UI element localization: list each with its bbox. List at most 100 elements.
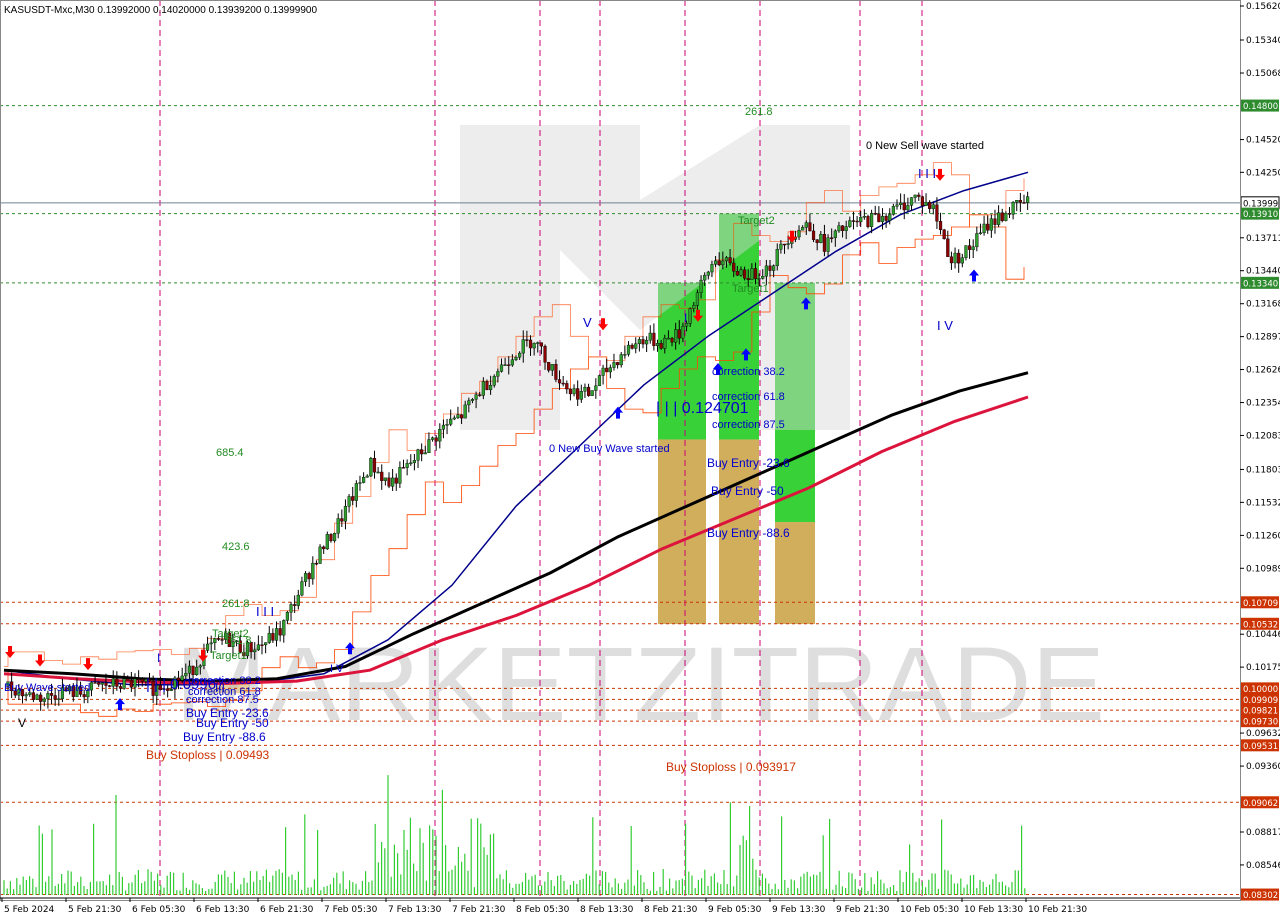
candle-body	[1000, 212, 1004, 221]
candle-body	[42, 698, 46, 702]
candle-body	[456, 414, 460, 419]
candle-body	[706, 271, 710, 276]
y-tick-label: 0.15620	[1246, 2, 1280, 12]
annotation-label: Target2	[738, 215, 775, 227]
candle-body	[405, 463, 409, 468]
candle-body	[746, 278, 750, 281]
x-tick-label: 6 Feb 21:30	[260, 905, 314, 915]
candle-body	[89, 682, 94, 691]
candle-body	[307, 573, 311, 580]
candle-body	[913, 194, 917, 198]
y-tick-label: 0.14250	[1246, 168, 1280, 178]
candle-body	[314, 562, 319, 565]
candle-body	[107, 685, 112, 687]
price-level-label-10: 0.09531	[1243, 742, 1278, 752]
candle-body	[93, 682, 97, 684]
candle-body	[971, 246, 975, 250]
candle-body	[986, 223, 990, 231]
candle-body	[115, 678, 119, 687]
candle-body	[271, 633, 275, 641]
candle-body	[354, 483, 358, 501]
candle-body	[401, 467, 406, 469]
candle-body	[648, 332, 652, 341]
candle-body	[303, 573, 308, 582]
candle-body	[797, 229, 801, 238]
candle-body	[137, 678, 141, 681]
candle-body	[467, 400, 471, 406]
candle-body	[743, 269, 747, 279]
sell-arrow-icon	[83, 658, 93, 671]
candle-body	[536, 342, 540, 344]
candle-body	[492, 376, 496, 386]
y-tick-label: 0.13711	[1246, 234, 1280, 244]
x-tick-label: 8 Feb 13:30	[580, 905, 634, 915]
candle-body	[877, 213, 881, 223]
candle-body	[1004, 213, 1008, 221]
candle-body	[296, 594, 300, 606]
candle-body	[129, 680, 133, 688]
annotation-label: Buy Entry -50	[711, 484, 784, 498]
candle-body	[525, 339, 529, 341]
candle-body	[713, 260, 718, 265]
candle-body	[568, 388, 573, 395]
candle-body	[358, 482, 362, 484]
candle-body	[420, 449, 424, 455]
candle-body	[891, 206, 895, 215]
candle-body	[782, 243, 787, 246]
annotation-label: Buy Entry -23.6	[707, 456, 790, 470]
candle-body	[663, 337, 667, 349]
candle-body	[1015, 200, 1019, 203]
buy-arrow-icon	[613, 406, 623, 419]
candle-body	[612, 362, 616, 368]
annotation-label: 261.8	[745, 106, 773, 118]
candle-body	[485, 381, 489, 391]
candle-body	[572, 388, 576, 395]
x-tick-label: 10 Feb 21:30	[1028, 905, 1087, 915]
candle-body	[398, 467, 402, 484]
candle-body	[489, 385, 493, 391]
price-level-label-11: 0.09062	[1243, 799, 1278, 809]
candle-body	[452, 417, 456, 420]
candle-body	[975, 233, 979, 248]
candle-body	[978, 232, 983, 235]
candle-body	[692, 305, 696, 309]
candle-body	[1022, 202, 1026, 204]
candle-body	[274, 628, 279, 641]
x-tick-label: 8 Feb 21:30	[644, 905, 698, 915]
annotation-label: I	[684, 311, 687, 325]
y-tick-label: 0.08546	[1246, 861, 1280, 871]
price-level-label-8: 0.09821	[1243, 707, 1278, 717]
x-tick-label: 7 Feb 05:30	[324, 905, 378, 915]
y-tick-label: 0.12083	[1246, 431, 1280, 441]
candle-body	[815, 239, 819, 243]
annotation-label: V	[583, 315, 592, 330]
candle-body	[757, 278, 761, 280]
candle-body	[750, 268, 754, 281]
candle-body	[478, 394, 482, 396]
price-chart[interactable]: MARKETZITRADE 0.148000.139990.139100.133…	[0, 0, 1280, 920]
candle-body	[282, 620, 286, 636]
y-tick-label: 0.11532	[1246, 498, 1280, 508]
y-tick-label: 0.12354	[1246, 399, 1280, 409]
candle-body	[499, 364, 504, 372]
annotation-label: 161.8	[224, 635, 252, 647]
candle-body	[434, 437, 438, 442]
candle-body	[289, 604, 293, 613]
candle-body	[645, 339, 649, 345]
candle-body	[100, 682, 104, 685]
candle-body	[764, 265, 768, 277]
candle-body	[380, 471, 384, 481]
candle-body	[191, 665, 195, 676]
candle-body	[779, 243, 783, 250]
candle-body	[325, 534, 329, 550]
annotation-label: Buy Entry -88.6	[183, 730, 266, 744]
annotation-label: 0 New Sell wave started	[866, 140, 984, 152]
candle-body	[554, 364, 558, 380]
sell-arrow-icon	[5, 646, 15, 659]
y-tick-label: 0.15068	[1246, 69, 1280, 79]
candle-body	[735, 271, 739, 276]
candle-body	[470, 399, 475, 401]
candle-body	[924, 201, 928, 207]
candle-body	[187, 665, 192, 674]
candle-body	[674, 329, 678, 343]
